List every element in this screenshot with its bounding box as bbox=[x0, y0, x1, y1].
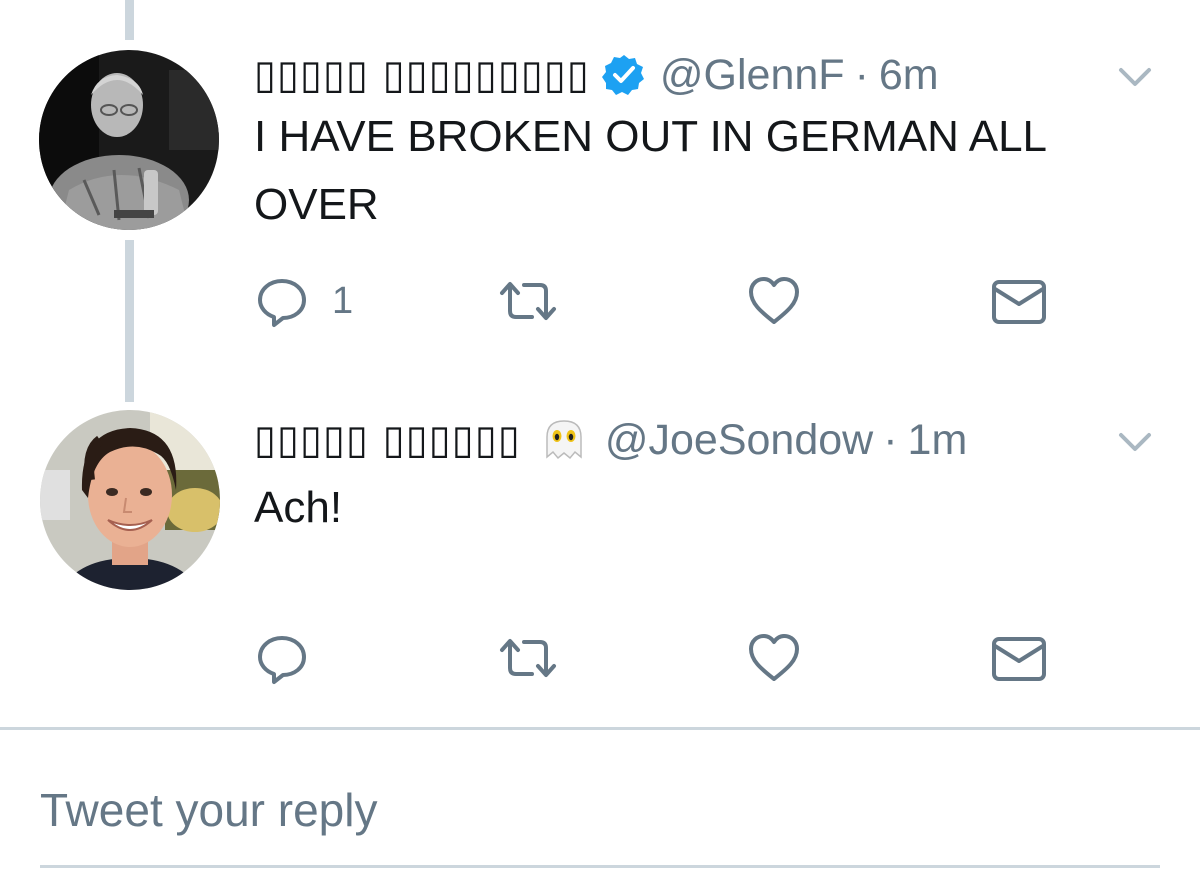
user-handle[interactable]: @GlennF bbox=[660, 51, 845, 100]
tweet-actions: 1 bbox=[254, 271, 1054, 331]
ghost-emoji-icon bbox=[541, 417, 587, 463]
retweet-icon bbox=[500, 282, 556, 320]
separator-dot: · bbox=[854, 50, 869, 99]
tweet[interactable]: ▯▯▯▯▯ ▯▯▯▯▯▯ @JoeSondow · 1m Ach! bbox=[0, 410, 1200, 710]
reply-button[interactable] bbox=[254, 628, 332, 688]
display-name[interactable]: ▯▯▯▯▯ ▯▯▯▯▯▯▯▯▯ bbox=[254, 52, 590, 98]
retweet-icon bbox=[500, 639, 556, 677]
chevron-down-icon[interactable] bbox=[1115, 57, 1155, 97]
verified-badge-icon bbox=[601, 53, 646, 97]
tweet-header: ▯▯▯▯▯ ▯▯▯▯▯▯▯▯▯ @GlennF · 6m bbox=[254, 45, 939, 105]
tweet-text: I HAVE BROKEN OUT IN GERMAN ALL OVER bbox=[254, 112, 1046, 229]
like-button[interactable] bbox=[746, 628, 802, 688]
reply-icon bbox=[258, 279, 306, 327]
tweet-actions bbox=[254, 628, 1054, 688]
avatar[interactable] bbox=[39, 50, 219, 230]
like-button[interactable] bbox=[746, 271, 802, 331]
tweet-header: ▯▯▯▯▯ ▯▯▯▯▯▯ @JoeSondow · 1m bbox=[254, 410, 967, 470]
envelope-icon bbox=[992, 280, 1046, 324]
tweet[interactable]: ▯▯▯▯▯ ▯▯▯▯▯▯▯▯▯ @GlennF · 6m I HAVE BROK… bbox=[0, 45, 1200, 345]
direct-message-button[interactable] bbox=[990, 271, 1048, 331]
reply-button[interactable]: 1 bbox=[254, 271, 353, 331]
reply-icon bbox=[258, 636, 306, 684]
tweet-text: Ach! bbox=[254, 483, 343, 532]
envelope-icon bbox=[992, 637, 1046, 681]
retweet-button[interactable] bbox=[496, 271, 560, 331]
avatar[interactable] bbox=[40, 410, 220, 590]
timestamp[interactable]: 6m bbox=[879, 51, 939, 100]
reply-placeholder: Tweet your reply bbox=[40, 784, 378, 836]
reply-count: 1 bbox=[332, 279, 354, 322]
chevron-down-icon[interactable] bbox=[1115, 422, 1155, 462]
user-handle[interactable]: @JoeSondow bbox=[605, 416, 873, 465]
retweet-button[interactable] bbox=[496, 628, 560, 688]
display-name[interactable]: ▯▯▯▯▯ ▯▯▯▯▯▯ bbox=[254, 417, 521, 463]
reply-input[interactable]: Tweet your reply bbox=[40, 770, 1160, 868]
direct-message-button[interactable] bbox=[990, 628, 1048, 688]
separator-dot: · bbox=[883, 415, 898, 464]
thread-connector-line bbox=[125, 0, 134, 40]
heart-icon bbox=[749, 277, 799, 324]
heart-icon bbox=[749, 634, 799, 681]
section-divider bbox=[0, 727, 1200, 730]
timestamp[interactable]: 1m bbox=[908, 416, 968, 465]
